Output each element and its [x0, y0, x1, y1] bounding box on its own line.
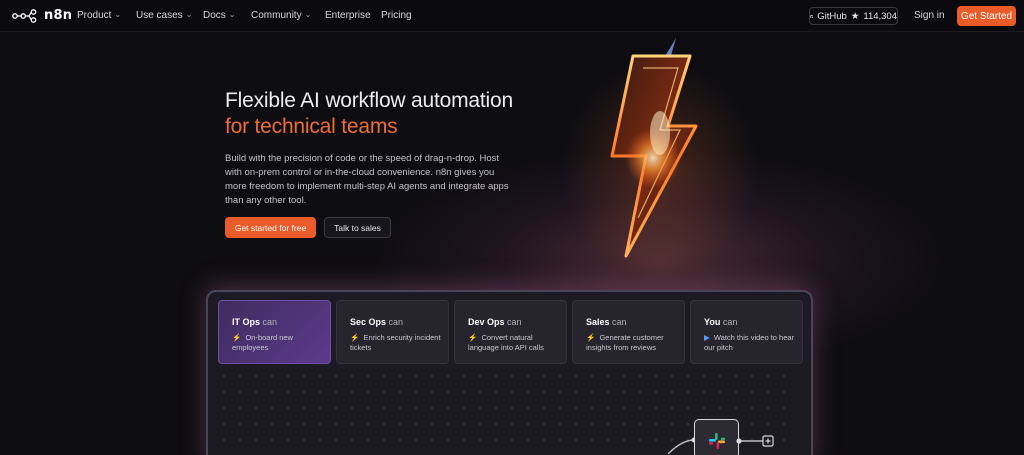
sign-in-link[interactable]: Sign in [914, 10, 945, 21]
tab-text: Generate customer insights from reviews [586, 333, 664, 352]
tab-dev-ops[interactable]: Dev Ops can ⚡ Convert natural language in… [454, 300, 567, 364]
hero-title-line2: for technical teams [225, 115, 398, 138]
chevron-down-icon: ⌄ [114, 10, 122, 19]
nav-item-label: Enterprise [325, 10, 371, 21]
star-icon: ★ [850, 10, 860, 22]
nav-item-enterprise[interactable]: Enterprise [325, 10, 371, 21]
hero-title-line1: Flexible AI workflow automation [225, 89, 513, 112]
lightning-icon: ⚡ [232, 333, 242, 342]
chevron-down-icon: ⌄ [228, 10, 236, 19]
github-label: GitHub [817, 10, 847, 22]
nav-item-community[interactable]: Community ⌄ [251, 10, 311, 21]
tab-role: Dev Ops [468, 317, 505, 327]
tab-heading: Sec Ops can [350, 317, 403, 327]
tab-role: Sales [586, 317, 610, 327]
github-stars-button[interactable]: GitHub ★ 114,304 [809, 7, 898, 25]
tab-role: IT Ops [232, 317, 261, 327]
talk-to-sales-button[interactable]: Talk to sales [324, 217, 391, 238]
nav-item-label: Community [251, 10, 302, 21]
lightning-bolt-illustration [610, 38, 698, 258]
lightning-icon: ⚡ [350, 333, 360, 342]
logo-text: n8n [44, 8, 73, 23]
slack-node[interactable] [694, 419, 739, 455]
get-started-button[interactable]: Get Started [957, 6, 1016, 26]
nav-item-use-cases[interactable]: Use cases ⌄ [136, 10, 192, 21]
nav-item-label: Pricing [381, 10, 412, 21]
tab-description: ⚡ Enrich security incident tickets [350, 333, 446, 353]
workflow-connection-out [736, 435, 774, 447]
tab-description: ⚡ Convert natural language into API call… [468, 333, 564, 353]
tab-text: Enrich security incident tickets [350, 333, 441, 352]
tab-it-ops[interactable]: IT Ops can ⚡ On-board new employees [218, 300, 331, 364]
hero-description: Build with the precision of code or the … [225, 153, 509, 206]
tab-heading: IT Ops can [232, 317, 277, 327]
tab-description: ⚡ Generate customer insights from review… [586, 333, 682, 353]
tab-suffix: can [262, 317, 278, 327]
github-icon [810, 14, 814, 18]
nav-item-label: Use cases [136, 10, 183, 21]
tab-sec-ops[interactable]: Sec Ops can ⚡ Enrich security incident ti… [336, 300, 449, 364]
tab-you[interactable]: You can ▶ Watch this video to hear our pi… [690, 300, 803, 364]
lightning-icon: ⚡ [586, 333, 596, 342]
slack-icon [709, 433, 725, 449]
nav-item-docs[interactable]: Docs ⌄ [203, 10, 236, 21]
tab-description: ⚡ On-board new employees [232, 333, 328, 353]
play-video-icon: ▶ [704, 333, 710, 342]
top-navbar: n8n Product ⌄ Use cases ⌄ Docs ⌄ Community ⌄ Ent… [0, 0, 1024, 32]
tab-text: Convert natural language into API calls [468, 333, 544, 352]
tab-description: ▶ Watch this video to hear our pitch [704, 333, 800, 353]
github-star-count: 114,304 [863, 10, 897, 22]
chevron-down-icon: ⌄ [185, 10, 193, 19]
tab-suffix: can [507, 317, 522, 327]
logo[interactable]: n8n [12, 8, 72, 23]
tab-role: You [704, 317, 721, 327]
get-started-free-button[interactable]: Get started for free [225, 217, 316, 238]
tab-heading: Sales can [586, 317, 627, 327]
tab-role: Sec Ops [350, 317, 387, 327]
nav-item-label: Product [77, 10, 112, 21]
chevron-down-icon: ⌄ [304, 10, 312, 19]
nav-item-pricing[interactable]: Pricing [381, 10, 412, 21]
n8n-logo-icon [12, 8, 37, 23]
tab-suffix: can [388, 317, 404, 327]
nav-item-label: Docs [203, 10, 226, 21]
lightning-icon: ⚡ [468, 333, 478, 342]
tab-heading: Dev Ops can [468, 317, 522, 327]
tab-text: On-board new employees [232, 333, 293, 352]
nav-item-product[interactable]: Product ⌄ [77, 10, 121, 21]
tab-heading: You can [704, 317, 737, 327]
tab-suffix: can [612, 317, 627, 327]
tab-sales[interactable]: Sales can ⚡ Generate customer insights fr… [572, 300, 685, 364]
tab-text: Watch this video to hear our pitch [704, 333, 795, 352]
tab-suffix: can [722, 317, 738, 327]
